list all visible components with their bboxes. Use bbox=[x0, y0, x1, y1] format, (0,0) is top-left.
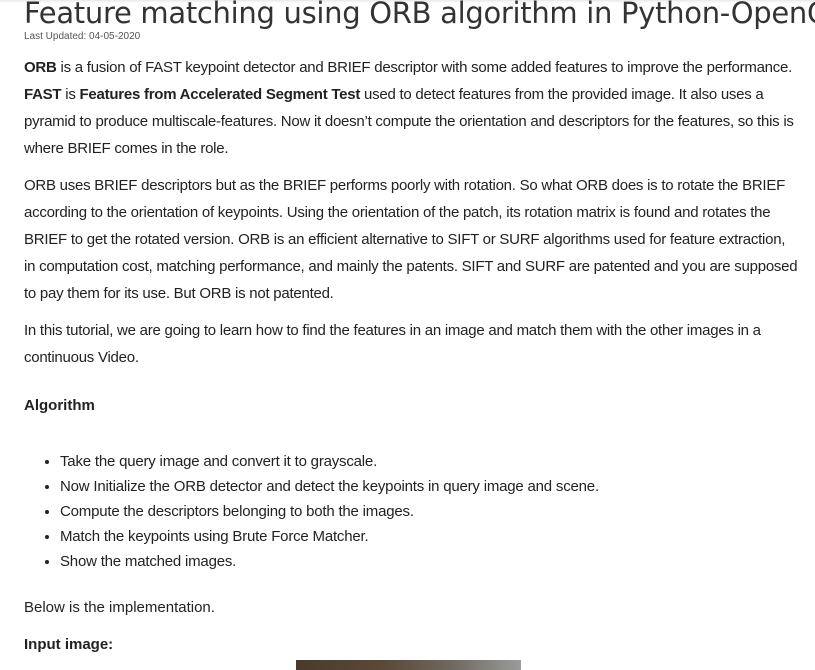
bold-term: ORB bbox=[24, 59, 57, 76]
article-title: Feature matching using ORB algorithm in … bbox=[24, 0, 815, 30]
list-item: Take the query image and convert it to g… bbox=[60, 449, 599, 474]
text: is a fusion of FAST keypoint detector an… bbox=[56, 59, 793, 76]
algorithm-steps: Take the query image and convert it to g… bbox=[24, 449, 599, 574]
list-item: Match the keypoints using Brute Force Ma… bbox=[60, 524, 599, 549]
bold-term: FAST bbox=[24, 86, 62, 103]
list-item: Show the matched images. bbox=[60, 549, 599, 574]
paragraph-intro: ORB is a fusion of FAST keypoint detecto… bbox=[24, 54, 799, 162]
list-item: Now Initialize the ORB detector and dete… bbox=[60, 474, 599, 499]
text: is bbox=[61, 86, 80, 103]
last-updated: Last Updated: 04-05-2020 bbox=[24, 31, 141, 42]
implementation-note: Below is the implementation. bbox=[24, 599, 215, 616]
paragraph-tutorial: In this tutorial, we are going to learn … bbox=[24, 322, 761, 366]
input-image-label: Input image: bbox=[24, 636, 114, 653]
list-item: Compute the descriptors belonging to bot… bbox=[60, 499, 599, 524]
bold-term: Features from Accelerated Segment Test bbox=[79, 86, 361, 103]
paragraph-brief: ORB uses BRIEF descriptors but as the BR… bbox=[24, 177, 798, 302]
input-image bbox=[296, 660, 521, 670]
algorithm-heading: Algorithm bbox=[24, 397, 95, 414]
